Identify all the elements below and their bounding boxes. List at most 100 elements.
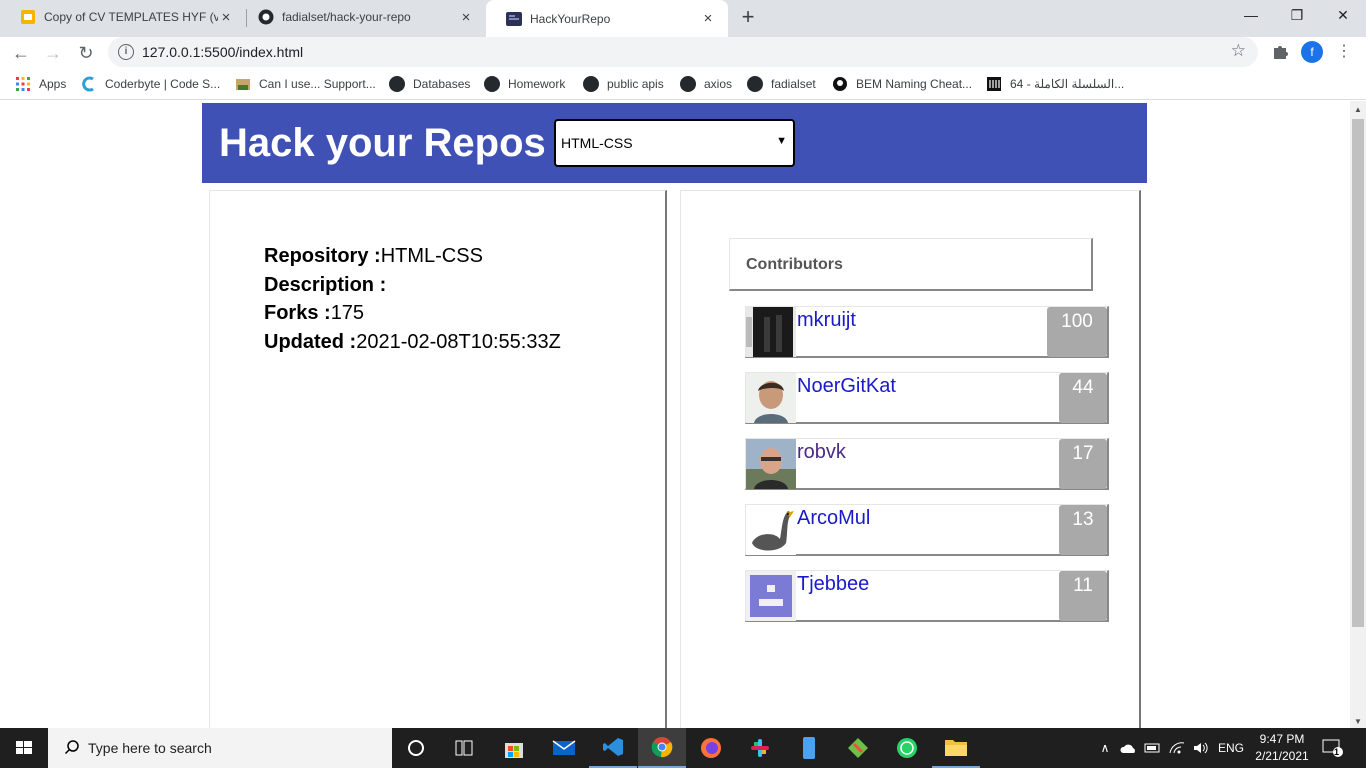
reload-icon[interactable]: ↻ [74,41,98,65]
bookmark-arabic-series[interactable]: السلسلة الكاملة - 64... [986,76,1124,92]
windows-start-icon[interactable] [0,728,48,768]
store-icon[interactable] [490,728,538,768]
repository-name: HTML-CSS [380,245,483,267]
bookmark-bem[interactable]: BEM Naming Cheat... [832,76,972,92]
extensions-puzzle-icon[interactable] [1270,42,1290,62]
search-placeholder: Type here to search [88,740,212,756]
bookmark-label: Coderbyte | Code S... [105,77,221,91]
avatar [746,505,796,555]
repository-label: Repository : [264,245,381,267]
app-title: Hack your Repos [219,121,546,165]
scrollbar-thumb[interactable] [1352,119,1364,627]
slack-icon[interactable] [736,728,784,768]
contributors-heading: Contributors [729,238,1093,291]
updated-value: 2021-02-08T10:55:33Z [356,331,561,353]
contributor-item[interactable]: mkruijt 100 [745,306,1109,358]
language-indicator[interactable]: ENG [1214,728,1248,768]
minimize-button[interactable]: — [1228,0,1274,30]
contributor-item[interactable]: NoerGitKat 44 [745,372,1109,424]
bookmark-label: BEM Naming Cheat... [856,77,973,91]
forks-value: 175 [330,302,365,324]
contributor-name-link[interactable]: Tjebbee [797,573,869,596]
bookmark-apps[interactable]: Apps [15,76,66,92]
bookmark-caniuse[interactable]: Can I use... Support... [235,76,376,92]
tab-hackyourrepo[interactable]: HackYourRepo × [486,0,728,37]
firefox-icon[interactable] [687,728,735,768]
tab-github-repo[interactable]: fadialset/hack-your-repo × [238,0,486,34]
chrome-icon[interactable] [638,728,686,768]
bookmark-star-icon[interactable]: ☆ [1231,41,1246,61]
scroll-down-icon[interactable]: ▼ [1354,717,1362,726]
contributor-item[interactable]: ArcoMul 13 [745,504,1109,556]
onedrive-icon[interactable] [1118,728,1140,768]
close-window-button[interactable]: ✕ [1320,0,1366,30]
battery-icon[interactable] [1142,728,1164,768]
coderbyte-icon [81,76,97,92]
whatsapp-icon[interactable] [883,728,931,768]
forks-row: Forks :175 [264,302,364,325]
more-menu-icon[interactable]: ⋮ [1336,41,1352,63]
close-tab-icon[interactable]: × [218,9,234,26]
taskbar-search[interactable]: Type here to search [48,728,392,768]
contributor-name-link[interactable]: ArcoMul [797,507,870,530]
bookmark-fadialset[interactable]: fadialset [747,76,816,92]
bookmark-coderbyte[interactable]: Coderbyte | Code S... [81,76,220,92]
address-bar[interactable]: i 127.0.0.1:5500/index.html ☆ [108,37,1258,67]
forward-arrow-icon[interactable]: → [41,41,65,65]
clock-date: 2/21/2021 [1255,749,1309,763]
tab-cv-templates[interactable]: Copy of CV TEMPLATES HYF (v1- × [0,0,246,34]
updated-row: Updated :2021-02-08T10:55:33Z [264,331,561,354]
updated-label: Updated : [264,331,357,353]
maximize-button[interactable]: ❐ [1274,0,1320,30]
new-tab-button[interactable]: + [738,5,758,29]
bookmark-label: public apis [607,77,664,91]
cortana-icon[interactable] [392,728,440,768]
bookmark-databases[interactable]: Databases [389,76,470,92]
volume-icon[interactable] [1190,728,1212,768]
contributor-item[interactable]: robvk 17 [745,438,1109,490]
avatar [746,307,796,357]
bookmark-homework[interactable]: Homework [484,76,565,92]
site-info-icon[interactable]: i [118,44,134,60]
mail-icon[interactable] [540,728,588,768]
profile-avatar[interactable]: f [1301,41,1323,63]
tray-chevron-up-icon[interactable]: ∧ [1096,728,1114,768]
app-header: Hack your Repos HTML-CSS ▼ [202,103,1147,183]
bookmark-label: Can I use... Support... [259,77,376,91]
forks-label: Forks : [264,302,331,324]
notification-icon[interactable]: 1 [1320,736,1344,760]
bookmark-label: fadialset [771,77,816,91]
wifi-icon[interactable] [1166,728,1188,768]
contribution-count-badge: 17 [1059,439,1107,489]
close-tab-icon[interactable]: × [700,10,716,27]
git-kraken-icon[interactable] [834,728,882,768]
bookmark-label: السلسلة الكاملة - 64... [1010,77,1125,91]
contribution-count-badge: 44 [1059,373,1107,423]
repository-select[interactable]: HTML-CSS ▼ [554,119,795,167]
phone-icon[interactable] [785,728,833,768]
file-explorer-icon[interactable] [932,728,980,768]
github-icon [484,76,500,92]
bookmark-public-apis[interactable]: public apis [583,76,664,92]
page-scrollbar[interactable]: ▲ ▼ [1350,101,1366,728]
scroll-up-icon[interactable]: ▲ [1354,105,1362,114]
close-tab-icon[interactable]: × [458,9,474,26]
contributor-name-link[interactable]: robvk [797,441,846,464]
avatar [746,571,796,621]
contribution-count-badge: 13 [1059,505,1107,555]
repository-info-card: Repository :HTML-CSS Description : Forks… [209,190,667,728]
repository-row: Repository :HTML-CSS [264,245,483,268]
contributor-name-link[interactable]: NoerGitKat [797,375,896,398]
contributor-item[interactable]: Tjebbee 11 [745,570,1109,622]
taskbar-clock[interactable]: 9:47 PM 2/21/2021 [1250,731,1314,765]
github-icon [258,9,274,25]
apps-grid-icon [15,76,31,92]
back-arrow-icon[interactable]: ← [9,41,33,65]
contributor-name-link[interactable]: mkruijt [797,309,856,332]
bem-icon [832,76,848,92]
url-text[interactable]: 127.0.0.1:5500/index.html [142,44,303,60]
bookmark-axios[interactable]: axios [680,76,732,92]
task-view-icon[interactable] [440,728,488,768]
bookmark-label: Homework [508,77,566,91]
vscode-icon[interactable] [589,728,637,768]
